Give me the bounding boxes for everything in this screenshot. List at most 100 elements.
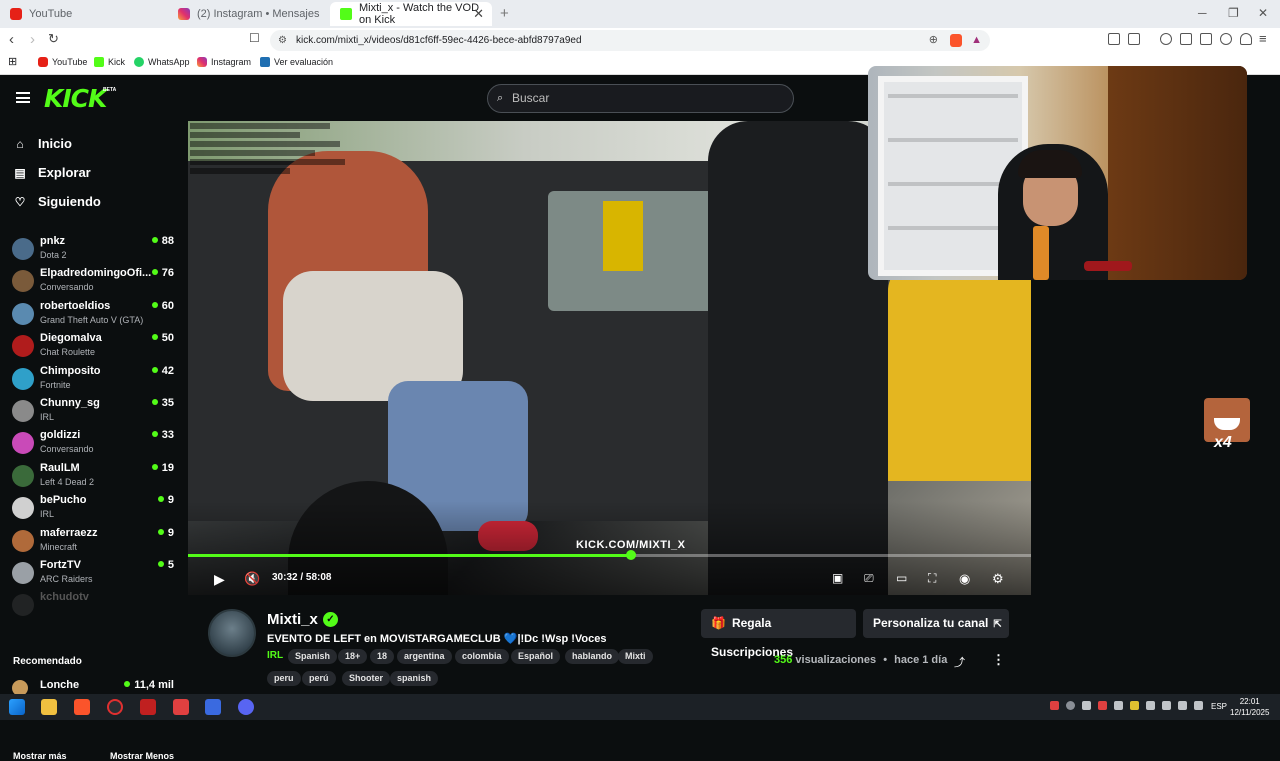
tray-icon[interactable] <box>1050 701 1059 710</box>
hamburger-menu-icon[interactable] <box>16 92 30 103</box>
channel-item[interactable]: RaulLM Left 4 Dead 2 19 <box>12 460 180 492</box>
bookmark-evaluation[interactable]: Ver evaluación <box>260 57 333 67</box>
tray-icon[interactable] <box>1066 701 1075 710</box>
progress-bar[interactable] <box>188 550 1031 560</box>
network-icon[interactable] <box>1162 701 1171 710</box>
bookmark-kick[interactable]: Kick <box>94 57 125 67</box>
sidebar-icon[interactable] <box>1180 33 1192 45</box>
search-input[interactable]: ⌕ Buscar <box>487 84 794 113</box>
brave-rewards-icon[interactable]: ▲ <box>971 30 982 51</box>
tag[interactable]: Mixti <box>618 649 653 664</box>
share-icon[interactable]: ⤴ <box>954 654 965 670</box>
mute-icon[interactable]: 🔇 <box>244 571 260 587</box>
tab-kick[interactable]: Mixti_x - Watch the VOD on Kick ✕ <box>330 2 492 26</box>
bookmark-instagram[interactable]: Instagram <box>197 57 251 67</box>
streamer-name[interactable]: Mixti_x <box>267 611 318 628</box>
language-indicator[interactable]: ESP <box>1211 702 1227 711</box>
zoom-icon[interactable]: ⊕ <box>929 30 938 51</box>
bookmark-whatsapp[interactable]: WhatsApp <box>134 57 190 67</box>
channel-item[interactable]: goldizzi Conversando 33 <box>12 427 180 459</box>
channel-item[interactable]: kchudotv <box>12 589 180 621</box>
nav-home[interactable]: ⌂ Inicio <box>14 136 72 151</box>
menu-icon[interactable]: ≡ <box>1259 31 1267 46</box>
channel-item[interactable]: FortzTV ARC Raiders 5 <box>12 557 180 589</box>
close-window-icon[interactable]: ✕ <box>1258 6 1268 20</box>
channel-item[interactable]: Diegomalva Chat Roulette 50 <box>12 330 180 362</box>
tag[interactable]: Spanish <box>288 649 338 664</box>
channel-item[interactable]: bePucho IRL 9 <box>12 492 180 524</box>
restore-icon[interactable]: ❐ <box>1228 6 1239 20</box>
clock[interactable]: 22:01 12/11/2025 <box>1230 696 1269 718</box>
tab-youtube[interactable]: YouTube <box>0 2 168 26</box>
brave-shields-icon[interactable] <box>950 34 962 47</box>
new-tab-button[interactable]: + <box>500 5 509 22</box>
media-icon[interactable] <box>1160 33 1172 45</box>
app-icon[interactable] <box>205 699 221 715</box>
tray-icon[interactable] <box>1114 701 1123 710</box>
play-icon[interactable]: ▶ <box>214 571 225 588</box>
streamer-avatar[interactable] <box>208 609 256 657</box>
tag[interactable]: colombia <box>455 649 509 664</box>
site-info-icon[interactable]: ⚙ <box>278 30 287 51</box>
voicemeeter-icon[interactable] <box>140 699 156 715</box>
discord-icon[interactable] <box>238 699 254 715</box>
screenshot-icon[interactable] <box>1128 33 1140 45</box>
theater-icon[interactable]: ▭ <box>896 571 907 585</box>
show-less-button[interactable]: Mostrar Menos <box>110 751 174 761</box>
tab-instagram[interactable]: (2) Instagram • Mensajes <box>168 2 330 26</box>
progress-handle[interactable] <box>625 550 636 560</box>
minimize-icon[interactable]: ─ <box>1198 6 1207 20</box>
app-icon[interactable] <box>173 699 189 715</box>
tag[interactable]: 18 <box>370 649 395 664</box>
extensions-icon[interactable] <box>1108 33 1120 45</box>
kick-logo[interactable]: KICK <box>44 84 107 113</box>
channel-item[interactable]: pnkz Dota 2 88 <box>12 233 180 265</box>
start-icon[interactable] <box>9 699 25 715</box>
miniplayer-icon[interactable]: ▣ <box>832 571 843 585</box>
tag[interactable]: argentina <box>397 649 452 664</box>
tag[interactable]: spanish <box>390 671 439 686</box>
bookmark-icon[interactable]: ☐ <box>249 31 260 45</box>
category-link[interactable]: IRL <box>267 650 283 661</box>
speed-icon[interactable]: ◉ <box>959 571 970 587</box>
tag[interactable]: peru <box>267 671 301 686</box>
tray-icon[interactable] <box>1130 701 1139 710</box>
nav-explore[interactable]: ▤ Explorar <box>14 165 90 180</box>
file-explorer-icon[interactable] <box>41 699 57 715</box>
vpn-icon[interactable] <box>1240 33 1252 45</box>
obs-icon[interactable] <box>107 699 123 715</box>
tag[interactable]: 18+ <box>338 649 368 664</box>
clip-icon[interactable]: ⎚ <box>864 571 874 586</box>
forward-icon[interactable]: › <box>30 31 35 48</box>
tray-icon[interactable] <box>1098 701 1107 710</box>
channel-item[interactable]: ElpadredomingoOfi... Conversando 76 <box>12 265 180 297</box>
bookmark-youtube[interactable]: YouTube <box>38 57 87 67</box>
tag[interactable]: hablando <box>565 649 619 664</box>
tag[interactable]: Shooter <box>342 671 391 686</box>
more-options-icon[interactable]: ⋮ <box>992 652 1005 668</box>
fullscreen-icon[interactable]: ⛶ <box>928 571 936 586</box>
microphone-icon[interactable] <box>1082 701 1091 710</box>
settings-icon[interactable]: ⚙ <box>992 571 1004 587</box>
channel-item[interactable]: Chunny_sg IRL 35 <box>12 395 180 427</box>
nav-following[interactable]: ♡ Siguiendo <box>14 194 101 209</box>
leo-ai-icon[interactable] <box>1220 33 1232 45</box>
tray-icon[interactable] <box>1146 701 1155 710</box>
tag[interactable]: perú <box>302 671 336 686</box>
apps-grid-icon[interactable]: ⊞ <box>8 55 17 68</box>
channel-item[interactable]: maferraezz Minecraft 9 <box>12 525 180 557</box>
channel-item[interactable]: Chimposito Fortnite 42 <box>12 363 180 395</box>
show-more-button[interactable]: Mostrar más <box>13 751 67 761</box>
wallet-icon[interactable] <box>1200 33 1212 45</box>
gift-subscriptions-button[interactable]: 🎁 Regala Suscripciones <box>701 609 856 659</box>
volume-icon[interactable] <box>1178 701 1187 710</box>
brave-icon[interactable] <box>74 699 90 715</box>
channel-item[interactable]: robertoeldios Grand Theft Auto V (GTA) 60 <box>12 298 180 330</box>
reload-icon[interactable]: ↻ <box>48 31 59 47</box>
battery-icon[interactable] <box>1194 701 1203 710</box>
url-field[interactable]: ⚙ kick.com/mixti_x/videos/d81cf6ff-59ec-… <box>270 30 990 51</box>
back-icon[interactable]: ‹ <box>9 31 14 48</box>
customize-channel-button[interactable]: Personaliza tu canal ⇱ <box>863 609 1009 638</box>
tag[interactable]: Español <box>511 649 561 664</box>
close-tab-icon[interactable]: ✕ <box>473 6 484 22</box>
